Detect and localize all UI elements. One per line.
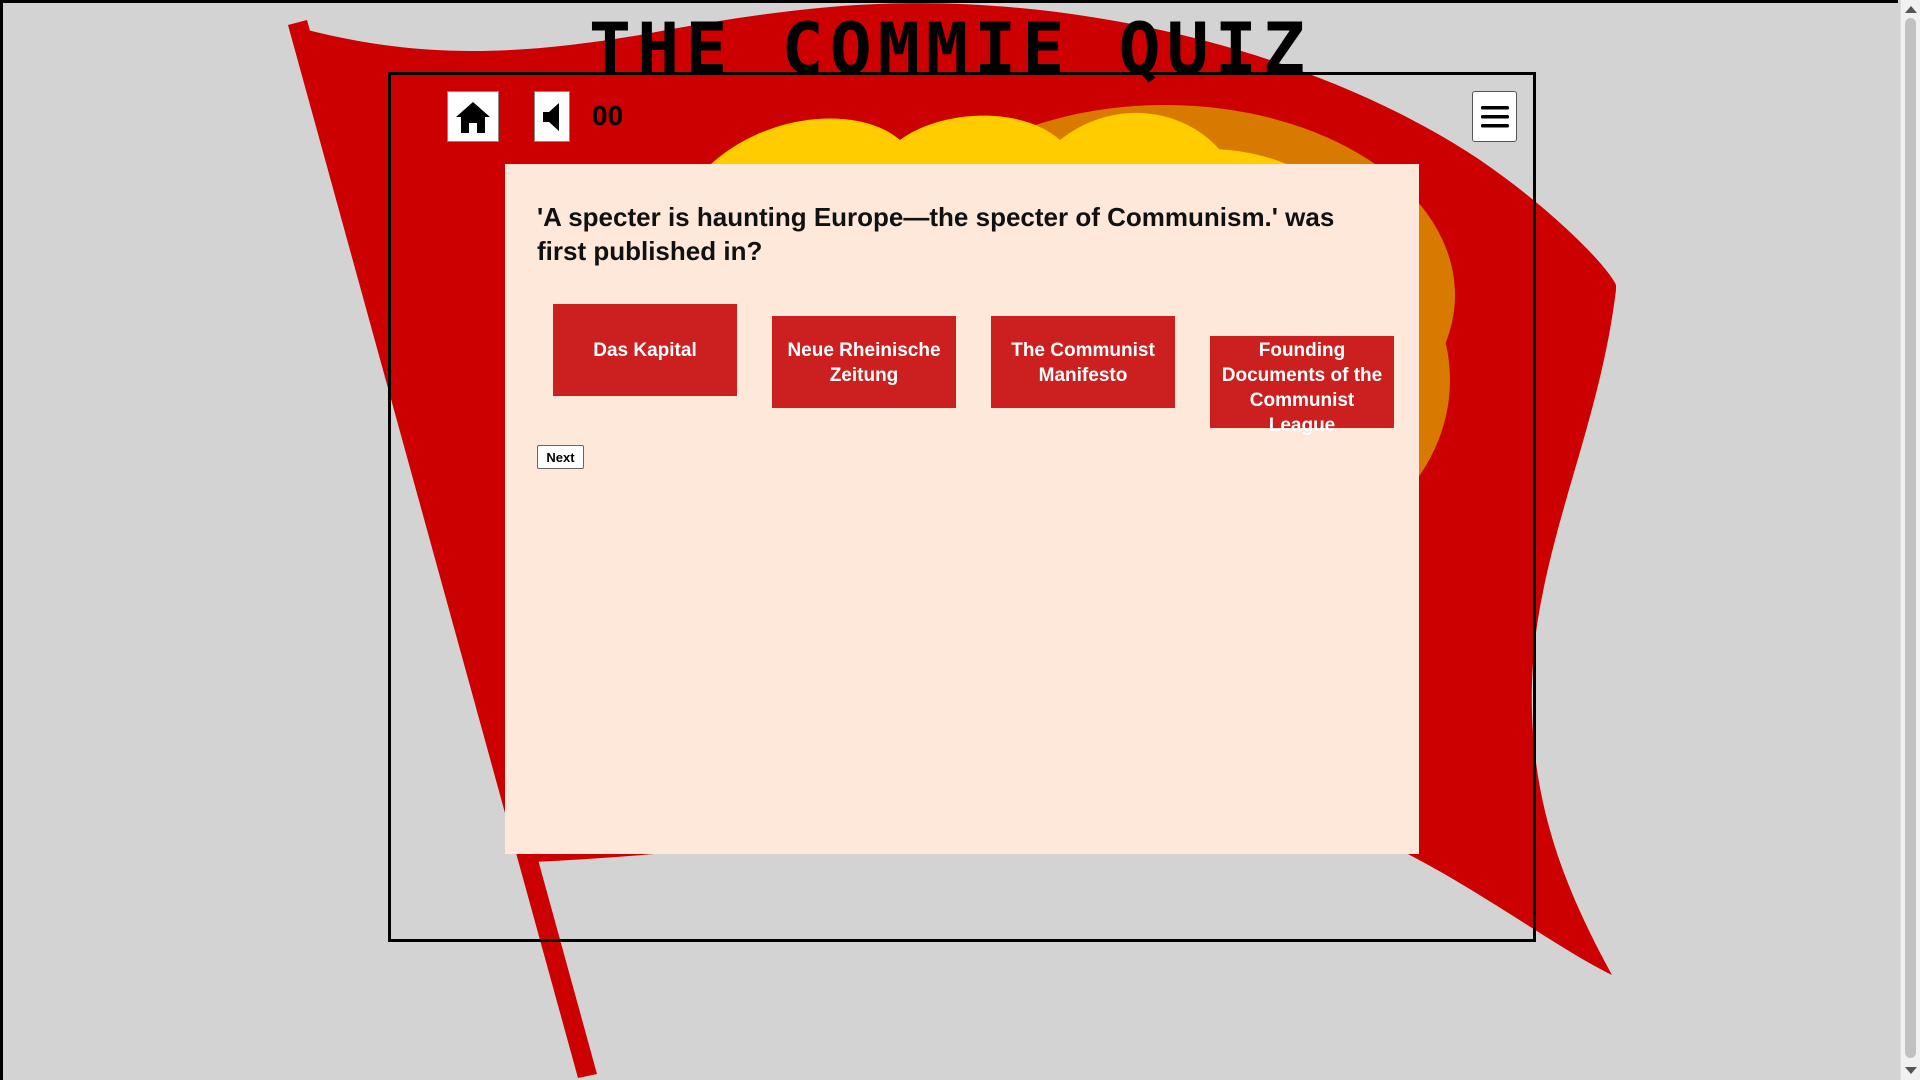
next-button[interactable]: Next [537,445,584,469]
score-counter: 00 [592,100,624,131]
scrollbar-thumb[interactable] [1905,18,1916,1058]
menu-button[interactable] [1472,91,1517,142]
hamburger-menu-icon [1480,105,1509,127]
answer-option-2-label: Neue Rheinische Zeitung [787,340,941,386]
speaker-icon [543,102,559,131]
answer-option-3[interactable]: The Communist Manifesto [991,316,1175,408]
answer-option-3-label: The Communist Manifesto [1011,340,1155,386]
scroll-up-arrow-icon[interactable] [1905,6,1917,13]
answer-option-2[interactable]: Neue Rheinische Zeitung [772,316,956,408]
answer-option-1[interactable]: Das Kapital [553,304,737,396]
scroll-down-arrow-icon[interactable] [1905,1067,1917,1074]
vertical-scrollbar[interactable] [1900,0,1920,1080]
question-text: 'A specter is haunting Europe—the specte… [537,202,1335,266]
home-button[interactable] [447,91,499,142]
home-icon [456,101,490,133]
sound-toggle-button[interactable] [534,91,570,142]
answer-option-1-label: Das Kapital [593,340,697,361]
answer-option-4[interactable]: Founding Documents of the Communist Leag… [1210,336,1394,436]
answer-option-4-label: Founding Documents of the Communist Leag… [1221,340,1383,436]
